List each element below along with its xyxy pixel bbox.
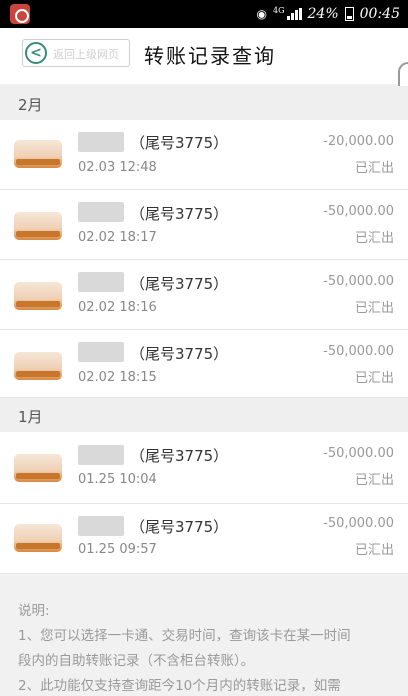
record-amount: -50,000.00	[323, 274, 394, 289]
record-status: 已汇出	[354, 301, 394, 316]
month-header: 2月	[0, 86, 408, 120]
back-button[interactable]: < 返回上级网页	[22, 39, 130, 67]
account-tail: （尾号3775）	[130, 447, 229, 465]
masked-payee-name	[78, 132, 124, 152]
battery-icon	[344, 7, 354, 21]
bank-card-icon	[14, 352, 62, 380]
account-tail: （尾号3775）	[130, 275, 229, 293]
transfer-record[interactable]: （尾号3775） 02.02 18:15 -50,000.00 已汇出	[0, 330, 408, 398]
account-tail: （尾号3775）	[130, 205, 229, 223]
status-bar-right: ◉ 4G 24% 00:45	[257, 0, 400, 28]
transfer-record[interactable]: （尾号3775） 02.02 18:16 -50,000.00 已汇出	[0, 260, 408, 330]
account-tail: （尾号3775）	[130, 518, 229, 536]
bank-card-icon	[14, 212, 62, 240]
signal-icon	[286, 8, 302, 20]
record-datetime: 02.03 12:48	[78, 160, 157, 175]
network-type: 4G	[273, 5, 285, 15]
wifi-icon: ◉	[256, 7, 268, 21]
notes-line: 1、您可以选择一卡通、交易时间，查询该卡在某一时间	[18, 628, 351, 644]
battery-percent: 24%	[307, 6, 339, 22]
notes-line: 段内的自助转账记录（不含柜台转账）。	[18, 653, 255, 669]
notes-title: 说明:	[18, 603, 50, 619]
record-amount: -50,000.00	[323, 446, 394, 461]
month-header: 1月	[0, 398, 408, 432]
account-tail: （尾号3775）	[130, 134, 229, 152]
bank-app-icon	[10, 4, 30, 24]
transfer-record[interactable]: （尾号3775） 01.25 09:57 -50,000.00 已汇出	[0, 504, 408, 574]
record-datetime: 01.25 09:57	[78, 542, 157, 557]
transfer-record[interactable]: （尾号3775） 01.25 10:04 -50,000.00 已汇出	[0, 432, 408, 504]
masked-payee-name	[78, 342, 124, 362]
bank-card-icon	[14, 282, 62, 310]
record-amount: -20,000.00	[323, 134, 394, 149]
bank-card-icon	[14, 454, 62, 482]
masked-payee-name	[78, 445, 124, 465]
record-datetime: 02.02 18:17	[78, 230, 157, 245]
chevron-left-icon: <	[25, 42, 47, 64]
record-datetime: 02.02 18:15	[78, 370, 157, 385]
transfer-record[interactable]: （尾号3775） 02.03 12:48 -20,000.00 已汇出	[0, 120, 408, 190]
record-amount: -50,000.00	[323, 344, 394, 359]
record-datetime: 01.25 10:04	[78, 472, 157, 487]
notes-line: 2、此功能仅支持查询距今10个月内的转账记录，如需	[18, 678, 341, 694]
notes-section: 说明: 1、您可以选择一卡通、交易时间，查询该卡在某一时间 段内的自助转账记录（…	[0, 585, 408, 696]
record-datetime: 02.02 18:16	[78, 300, 157, 315]
status-bar: ◉ 4G 24% 00:45	[0, 0, 408, 28]
page-header: < 返回上级网页 转账记录查询	[0, 28, 408, 84]
transfer-record[interactable]: （尾号3775） 02.02 18:17 -50,000.00 已汇出	[0, 190, 408, 260]
record-status: 已汇出	[354, 543, 394, 558]
month-label: 1月	[18, 408, 43, 426]
masked-payee-name	[78, 272, 124, 292]
masked-payee-name	[78, 202, 124, 222]
record-amount: -50,000.00	[323, 204, 394, 219]
clock: 00:45	[359, 6, 400, 22]
back-button-label: 返回上级网页	[53, 48, 119, 61]
masked-payee-name	[78, 516, 124, 536]
record-amount: -50,000.00	[323, 516, 394, 531]
record-status: 已汇出	[354, 231, 394, 246]
record-status: 已汇出	[354, 473, 394, 488]
bank-card-icon	[14, 524, 62, 552]
page-title: 转账记录查询	[144, 44, 276, 68]
bank-card-icon	[14, 140, 62, 168]
record-status: 已汇出	[354, 161, 394, 176]
month-label: 2月	[18, 96, 43, 114]
account-tail: （尾号3775）	[130, 345, 229, 363]
record-status: 已汇出	[354, 371, 394, 386]
